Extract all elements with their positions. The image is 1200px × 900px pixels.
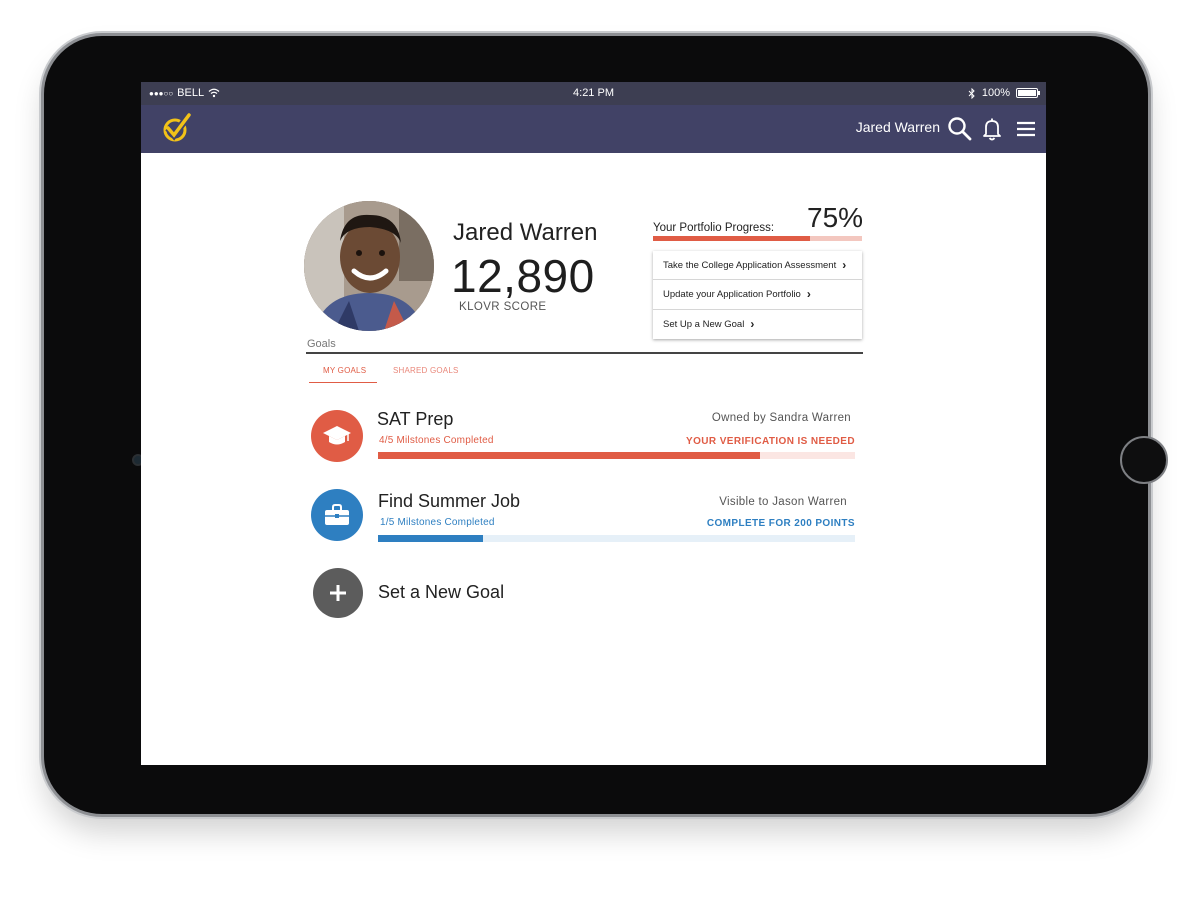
- goal-progress-fill: [378, 535, 483, 542]
- bell-icon[interactable]: [978, 115, 1006, 143]
- home-button[interactable]: [1120, 436, 1168, 484]
- portfolio-progress-percent: 75%: [807, 202, 864, 233]
- goal-owner: Visible to Jason Warren: [719, 496, 847, 508]
- graduation-cap-icon: [323, 426, 351, 445]
- briefcase-icon: [325, 504, 349, 525]
- goals-heading: Goals: [307, 338, 336, 347]
- portfolio-progress-label: Your Portfolio Progress:: [653, 222, 775, 234]
- profile-photo: [304, 201, 434, 331]
- action-college-assessment[interactable]: Take the College Application Assessment …: [653, 251, 862, 281]
- action-update-portfolio[interactable]: Update your Application Portfolio ›: [653, 280, 862, 310]
- profile-name: Jared Warren: [453, 219, 598, 246]
- nav-user-name[interactable]: Jared Warren: [856, 119, 940, 135]
- goal-progress-fill: [378, 452, 760, 459]
- battery-icon: [1016, 88, 1040, 98]
- avatar[interactable]: [304, 201, 434, 331]
- klovr-score-label: KLOVR SCORE: [459, 301, 547, 313]
- goal-milestones: 4/5 Milstones Completed: [379, 435, 494, 446]
- klovr-score: 12,890: [451, 250, 595, 302]
- klovr-logo-icon[interactable]: [161, 112, 193, 144]
- chevron-right-icon: ›: [806, 287, 811, 302]
- menu-icon[interactable]: [1012, 115, 1040, 143]
- divider: [306, 352, 863, 354]
- goal-title[interactable]: SAT Prep: [377, 409, 453, 430]
- goal-status[interactable]: YOUR VERIFICATION IS NEEDED: [686, 436, 855, 447]
- goal-title[interactable]: Find Summer Job: [378, 491, 520, 512]
- action-label: Update your Application Portfolio: [663, 288, 801, 300]
- battery-percent: 100%: [981, 87, 1010, 99]
- goal-status[interactable]: COMPLETE FOR 200 POINTS: [707, 518, 855, 529]
- goal-progress-bar: [378, 535, 855, 542]
- active-tab-indicator: [309, 382, 377, 383]
- goal-progress-bar: [378, 452, 855, 459]
- goal-owner: Owned by Sandra Warren: [711, 412, 851, 424]
- goal-icon-sat-prep[interactable]: [311, 410, 363, 462]
- chevron-right-icon: ›: [750, 317, 755, 332]
- action-set-up-goal[interactable]: Set Up a New Goal ›: [653, 310, 862, 339]
- screen: ●●●○○ BELL 4:21 PM 100% Jared Warren Jar…: [141, 82, 1046, 765]
- battery-info: 100%: [968, 87, 1040, 99]
- action-label: Set Up a New Goal: [663, 318, 745, 330]
- search-icon[interactable]: [946, 115, 974, 143]
- plus-icon: [330, 585, 346, 601]
- portfolio-progress-fill: [653, 236, 810, 241]
- navbar: Jared Warren: [141, 105, 1046, 153]
- goal-milestones: 1/5 Milstones Completed: [380, 517, 495, 528]
- portfolio-progress-bar: [653, 236, 862, 241]
- tab-my-goals[interactable]: MY GOALS: [323, 366, 366, 375]
- goal-icon-summer-job[interactable]: [311, 489, 363, 541]
- action-label: Take the College Application Assessment: [663, 259, 837, 271]
- status-time: 4:21 PM: [573, 87, 614, 99]
- new-goal-label[interactable]: Set a New Goal: [378, 582, 504, 603]
- tab-shared-goals[interactable]: SHARED GOALS: [393, 366, 459, 375]
- action-list: Take the College Application Assessment …: [653, 251, 862, 339]
- chevron-right-icon: ›: [842, 258, 847, 273]
- status-bar: ●●●○○ BELL 4:21 PM 100%: [141, 82, 1046, 105]
- bluetooth-icon: [968, 87, 975, 99]
- new-goal-button[interactable]: [313, 568, 363, 618]
